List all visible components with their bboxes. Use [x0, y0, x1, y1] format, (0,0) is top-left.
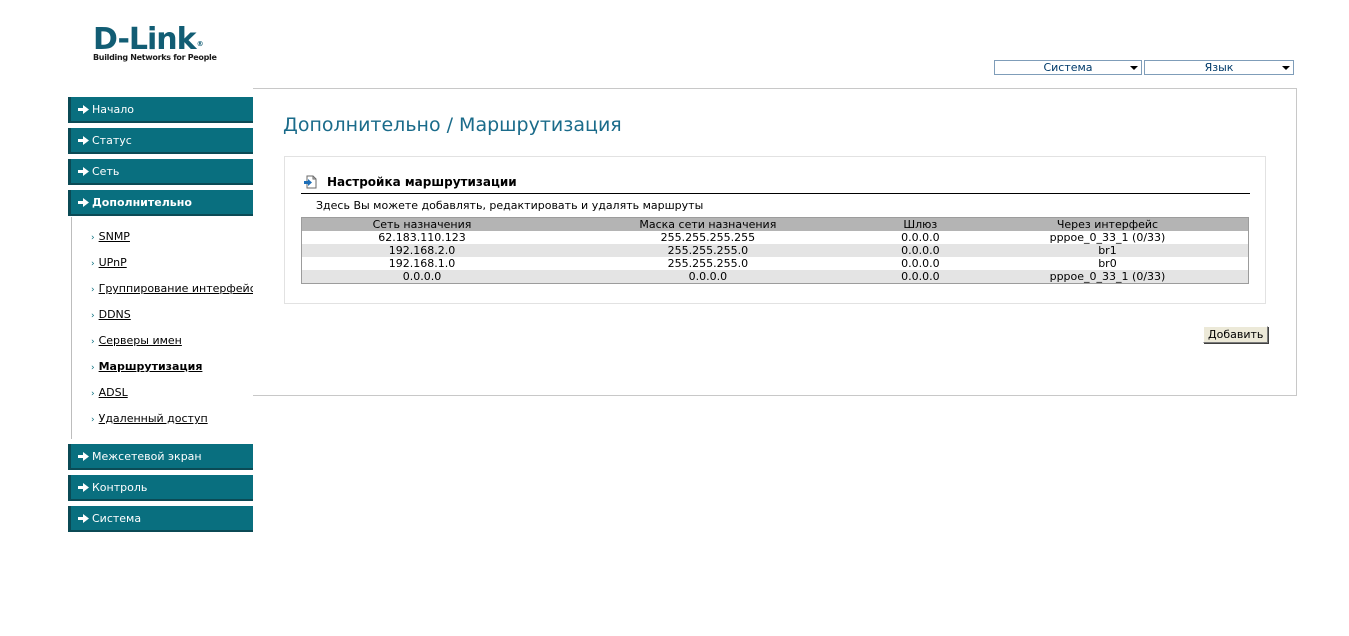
submenu-item-name-servers[interactable]: › Серверы имен [91, 334, 182, 347]
section-description: Здесь Вы можете добавлять, редактировать… [316, 199, 704, 212]
bullet-icon: › [91, 415, 95, 425]
sidebar-item-label: Дополнительно [92, 196, 192, 209]
arrow-right-icon [78, 483, 89, 492]
sidebar-item-label: Сеть [92, 165, 120, 178]
table-header-row: Сеть назначения Маска сети назначения Шл… [301, 217, 1249, 231]
registered-mark: ® [196, 40, 204, 48]
cell-destination: 192.168.2.0 [301, 244, 542, 257]
column-header-destination: Сеть назначения [301, 217, 542, 231]
table-row[interactable]: 0.0.0.0 0.0.0.0 0.0.0.0 pppoe_0_33_1 (0/… [301, 270, 1249, 284]
arrow-right-icon [78, 452, 89, 461]
cell-interface: pppoe_0_33_1 (0/33) [966, 270, 1249, 284]
submenu-item-interface-grouping[interactable]: › Группирование интерфейсов [91, 282, 269, 295]
cell-netmask: 0.0.0.0 [541, 270, 874, 284]
sidebar-item-firewall[interactable]: Межсетевой экран [68, 444, 253, 470]
cell-interface: pppoe_0_33_1 (0/33) [966, 231, 1249, 244]
system-select[interactable]: Система [994, 60, 1142, 75]
content-panel: Дополнительно / Маршрутизация Настройка … [253, 88, 1297, 396]
sidebar-item-home[interactable]: Начало [68, 97, 253, 123]
bullet-icon: › [91, 337, 95, 347]
language-select[interactable]: Язык [1144, 60, 1294, 75]
submenu-item-routing[interactable]: › Маршрутизация [91, 360, 202, 373]
arrow-down-icon [78, 198, 89, 207]
bullet-icon: › [91, 311, 95, 321]
advanced-submenu [71, 217, 254, 439]
dropdown-arrow-icon [1282, 66, 1290, 70]
column-header-interface: Через интерфейс [966, 217, 1249, 231]
routes-table: Сеть назначения Маска сети назначения Шл… [301, 217, 1249, 284]
section-header: Настройка маршрутизации [301, 174, 1250, 194]
sidebar-item-status[interactable]: Статус [68, 128, 253, 154]
submenu-item-upnp[interactable]: › UPnP [91, 256, 127, 269]
cell-gateway: 0.0.0.0 [873, 270, 967, 284]
cell-netmask: 255.255.255.0 [541, 257, 874, 270]
arrow-right-icon [78, 136, 89, 145]
sidebar-item-network[interactable]: Сеть [68, 159, 253, 185]
sidebar-item-label: Статус [92, 134, 132, 147]
arrow-right-icon [78, 167, 89, 176]
table-row[interactable]: 192.168.2.0 255.255.255.0 0.0.0.0 br1 [301, 244, 1249, 257]
routing-settings-group: Настройка маршрутизации Здесь Вы можете … [284, 156, 1266, 304]
sidebar-item-label: Межсетевой экран [92, 450, 202, 463]
submenu-item-ddns[interactable]: › DDNS [91, 308, 131, 321]
cell-gateway: 0.0.0.0 [873, 231, 967, 244]
sidebar-item-label: Система [92, 512, 142, 525]
bullet-icon: › [91, 285, 95, 295]
sidebar-item-label: Начало [92, 103, 135, 116]
cell-destination: 0.0.0.0 [301, 270, 542, 284]
bullet-icon: › [91, 233, 95, 243]
bullet-icon: › [91, 363, 95, 373]
sidebar-item-system[interactable]: Система [68, 506, 253, 532]
cell-destination: 62.183.110.123 [301, 231, 542, 244]
cell-gateway: 0.0.0.0 [873, 257, 967, 270]
table-row[interactable]: 62.183.110.123 255.255.255.255 0.0.0.0 p… [301, 231, 1249, 244]
column-header-gateway: Шлюз [873, 217, 967, 231]
document-arrow-icon [304, 175, 317, 189]
logo-text: D-Link [93, 22, 197, 57]
sidebar-item-control[interactable]: Контроль [68, 475, 253, 501]
dropdown-arrow-icon [1130, 66, 1138, 70]
bullet-icon: › [91, 389, 95, 399]
add-route-button[interactable]: Добавить [1203, 326, 1269, 343]
column-header-netmask: Маска сети назначения [541, 217, 874, 231]
section-title: Настройка маршрутизации [327, 175, 517, 189]
sidebar-item-label: Контроль [92, 481, 148, 494]
submenu-item-adsl[interactable]: › ADSL [91, 386, 128, 399]
language-select-value: Язык [1204, 61, 1234, 74]
logo-tagline: Building Networks for People [93, 53, 217, 62]
dlink-logo: D-Link® Building Networks for People [93, 22, 217, 63]
cell-interface: br0 [966, 257, 1249, 270]
submenu-item-snmp[interactable]: › SNMP [91, 230, 130, 243]
page-title: Дополнительно / Маршрутизация [283, 114, 622, 136]
cell-netmask: 255.255.255.0 [541, 244, 874, 257]
submenu-item-remote-access[interactable]: › Удаленный доступ [91, 412, 208, 425]
arrow-right-icon [78, 514, 89, 523]
sidebar-item-advanced[interactable]: Дополнительно [68, 190, 253, 216]
cell-netmask: 255.255.255.255 [541, 231, 874, 244]
arrow-right-icon [78, 105, 89, 114]
system-select-value: Система [1043, 61, 1093, 74]
cell-destination: 192.168.1.0 [301, 257, 542, 270]
cell-interface: br1 [966, 244, 1249, 257]
cell-gateway: 0.0.0.0 [873, 244, 967, 257]
bullet-icon: › [91, 259, 95, 269]
table-row[interactable]: 192.168.1.0 255.255.255.0 0.0.0.0 br0 [301, 257, 1249, 270]
